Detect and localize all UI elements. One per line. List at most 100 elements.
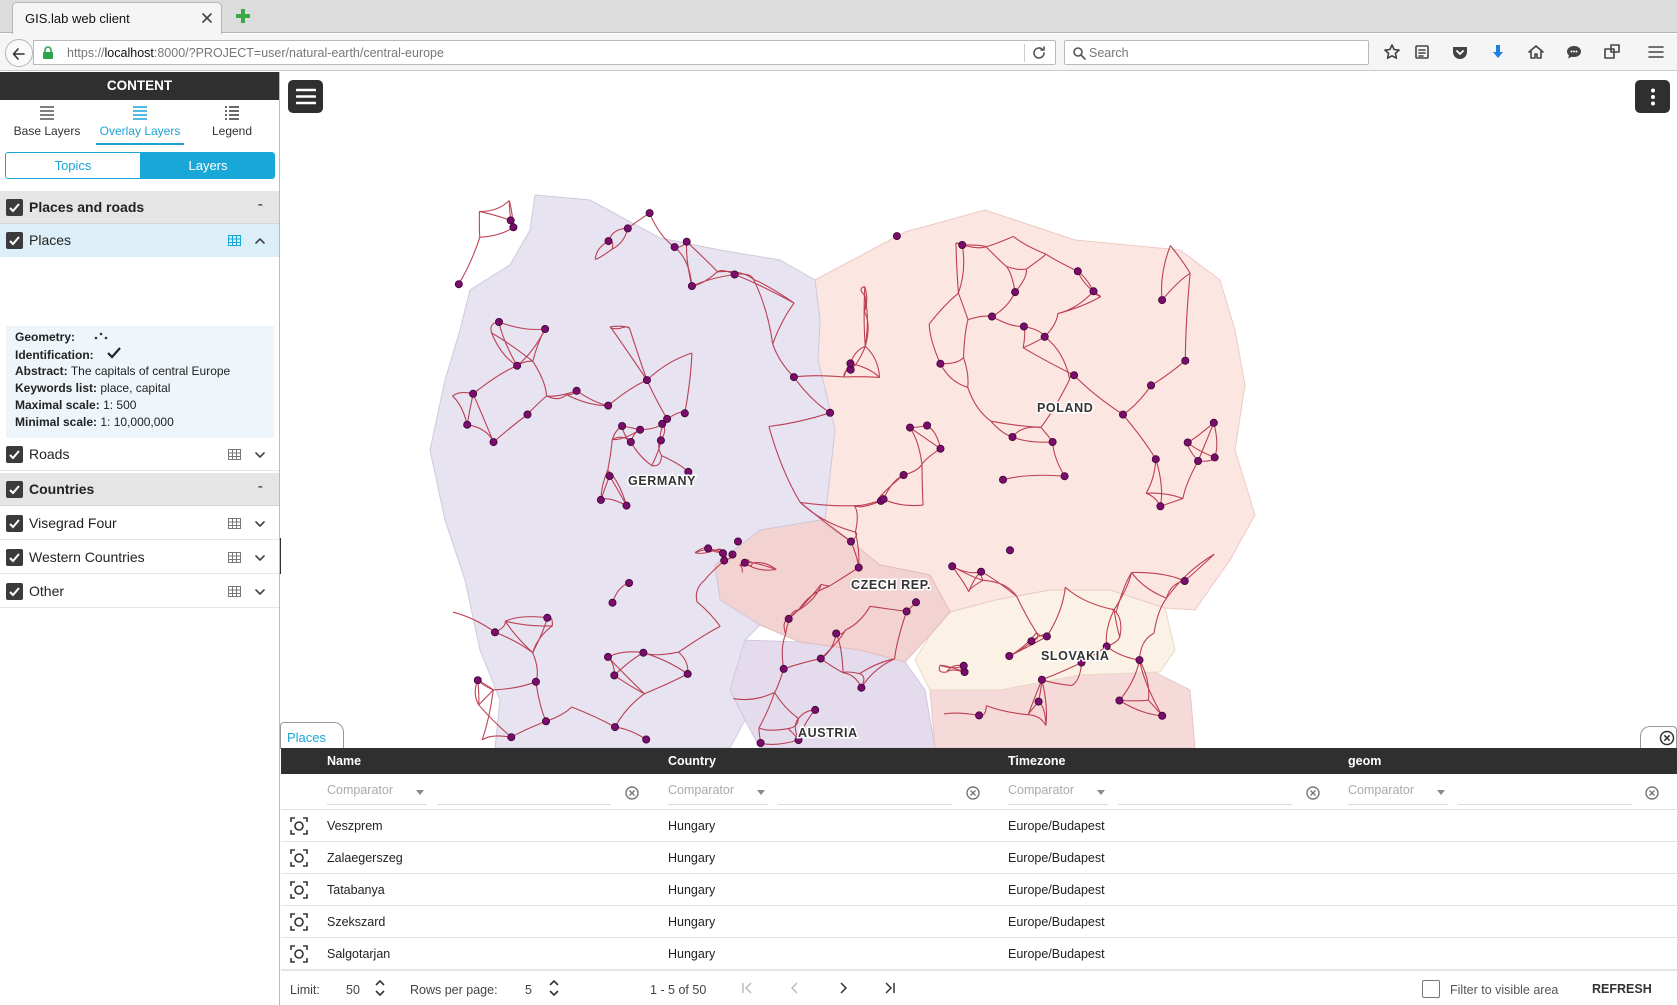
place-marker[interactable] [541,324,550,333]
reload-icon[interactable] [1031,45,1047,61]
place-marker[interactable] [999,475,1008,484]
zoom-to-feature-icon[interactable] [290,849,308,867]
place-marker[interactable] [912,598,921,607]
place-marker[interactable] [636,425,645,434]
place-marker[interactable] [623,224,632,233]
reading-list-icon[interactable] [1411,41,1433,63]
place-marker[interactable] [1181,356,1190,365]
place-marker[interactable] [687,282,696,291]
layer-item-other[interactable]: Other [0,575,279,608]
filter-value-input[interactable] [437,783,611,805]
place-marker[interactable] [1158,296,1167,305]
place-marker[interactable] [1135,656,1144,665]
chevron-down-icon[interactable] [253,517,267,531]
clear-filter-icon[interactable] [624,785,640,801]
place-marker[interactable] [923,421,932,430]
column-header-name[interactable]: Name [327,754,361,768]
place-marker[interactable] [734,537,743,546]
place-marker[interactable] [756,739,765,748]
attribute-table-icon[interactable] [228,235,241,246]
comparator-select[interactable]: Comparator [327,783,427,805]
sync-icon[interactable] [1601,41,1623,63]
chevron-down-icon[interactable] [253,448,267,462]
place-marker[interactable] [936,359,945,368]
zoom-to-feature-icon[interactable] [290,817,308,835]
place-marker[interactable] [977,567,986,576]
place-marker[interactable] [494,317,503,326]
layer-item-roads[interactable]: Roads [0,438,279,471]
place-marker[interactable] [680,409,689,418]
place-marker[interactable] [1210,453,1219,462]
place-marker[interactable] [572,386,581,395]
place-marker[interactable] [1037,675,1046,684]
comparator-select[interactable]: Comparator [1008,783,1108,805]
place-marker[interactable] [1194,456,1203,465]
topics-button[interactable]: Topics [6,153,140,178]
place-marker[interactable] [642,376,651,385]
place-marker[interactable] [469,389,478,398]
next-page-icon[interactable] [835,980,851,996]
column-header-timezone[interactable]: Timezone [1008,754,1065,768]
collapse-group-button[interactable]: - [258,196,263,214]
url-text[interactable]: https://localhost:8000/?PROJECT=user/nat… [67,46,444,60]
browser-tab[interactable]: GIS.lab web client [12,2,222,34]
download-icon[interactable] [1487,41,1509,63]
first-page-icon[interactable] [739,980,755,996]
tab-legend[interactable]: Legend [188,105,276,145]
place-marker[interactable] [626,437,635,446]
layer-item-western-countries[interactable]: Western Countries [0,541,279,574]
filter-value-input[interactable] [1118,783,1292,805]
home-icon[interactable] [1525,41,1547,63]
limit-value-input[interactable]: 50 [346,983,360,997]
place-marker[interactable] [720,556,729,565]
place-marker[interactable] [719,549,728,558]
place-marker[interactable] [625,579,634,588]
place-marker[interactable] [1151,455,1160,464]
place-marker[interactable] [1008,432,1017,441]
place-marker[interactable] [740,558,749,567]
map-svg[interactable]: GERMANY POLAND CZECH REP. SLOVAKIA AUSTR… [281,72,1677,748]
checkbox[interactable] [6,515,23,532]
comparator-select[interactable]: Comparator [668,783,768,805]
place-marker[interactable] [663,414,672,423]
place-marker[interactable] [531,677,540,686]
place-marker[interactable] [730,270,739,279]
place-marker[interactable] [857,683,866,692]
place-marker[interactable] [542,717,551,726]
place-marker[interactable] [1147,381,1156,390]
place-marker[interactable] [1034,697,1043,706]
place-marker[interactable] [832,629,841,638]
bookmark-star-icon[interactable] [1381,41,1403,63]
refresh-button[interactable]: REFRESH [1592,982,1652,996]
clear-filter-icon[interactable] [1644,785,1660,801]
place-marker[interactable] [604,237,613,246]
table-row[interactable]: Veszprem Hungary Europe/Budapest [281,810,1677,842]
place-marker[interactable] [1180,577,1189,586]
zoom-to-feature-icon[interactable] [290,881,308,899]
chat-icon[interactable] [1563,41,1585,63]
close-tab-icon[interactable] [200,11,214,25]
collapse-group-button[interactable]: - [258,478,263,496]
place-marker[interactable] [656,436,665,445]
column-header-geom[interactable]: geom [1348,754,1381,768]
hamburger-menu-icon[interactable] [1645,41,1667,63]
checkbox[interactable] [6,446,23,463]
place-marker[interactable] [611,723,620,732]
rows-per-page-value[interactable]: 5 [525,983,532,997]
place-marker[interactable] [1156,502,1165,511]
place-marker[interactable] [1011,288,1020,297]
back-button[interactable] [5,39,33,67]
new-tab-icon[interactable] [236,9,250,23]
place-marker[interactable] [1115,696,1124,705]
table-row[interactable]: Salgotarjan Hungary Europe/Budapest [281,938,1677,970]
checkbox[interactable] [6,481,23,498]
main-menu-button[interactable] [288,80,323,113]
place-marker[interactable] [1042,632,1051,641]
place-marker[interactable] [958,240,967,249]
place-marker[interactable] [642,735,651,744]
pocket-icon[interactable] [1449,41,1471,63]
place-marker[interactable] [645,209,654,218]
place-marker[interactable] [854,563,863,572]
attribute-table-icon[interactable] [228,449,241,460]
place-marker[interactable] [513,361,522,370]
